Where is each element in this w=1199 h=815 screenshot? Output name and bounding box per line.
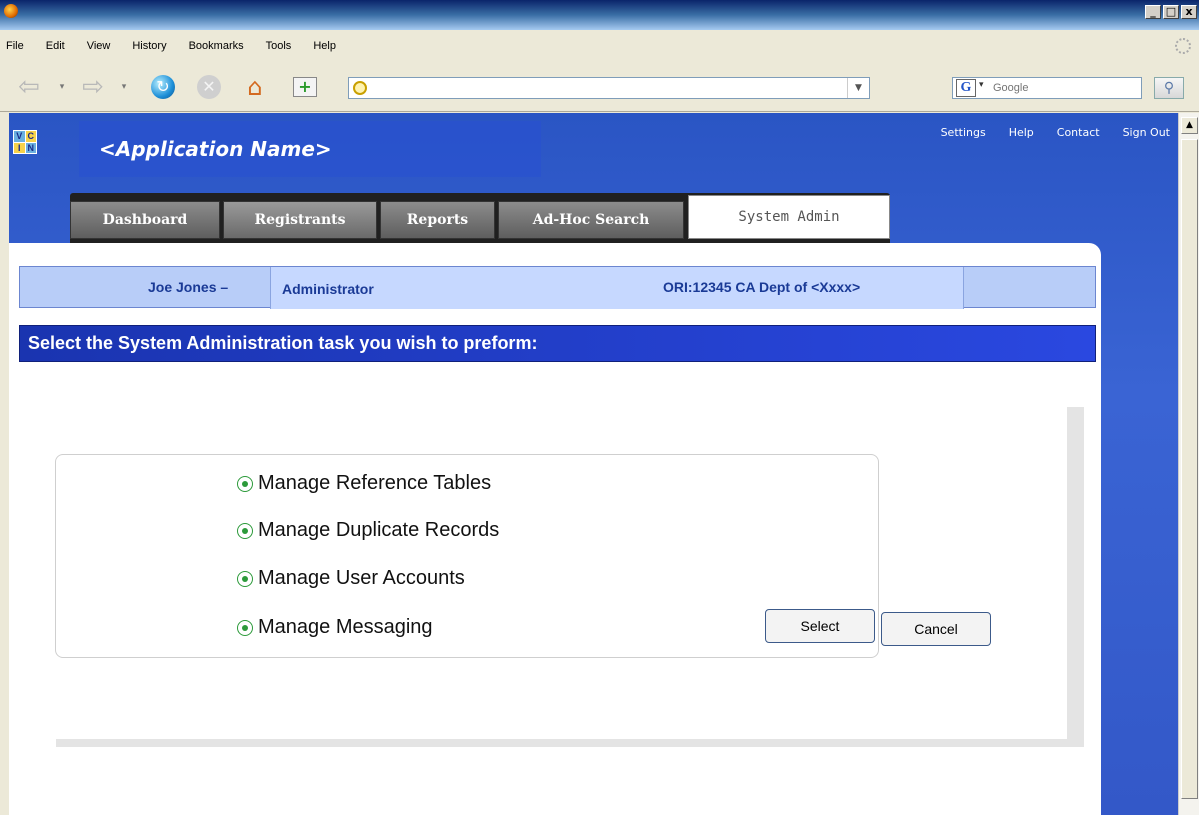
menu-history[interactable]: History	[132, 40, 166, 52]
logo-letter: I	[14, 142, 25, 153]
forward-button[interactable]: ⇨	[78, 72, 108, 102]
new-tab-icon: +	[293, 77, 317, 97]
tab-ad-hoc-search[interactable]: Ad-Hoc Search	[498, 201, 684, 239]
task-heading-bar: Select the System Administration task yo…	[19, 325, 1096, 362]
stop-button[interactable]: ✕	[194, 74, 224, 100]
logo-letter: V	[14, 131, 25, 142]
close-button[interactable]: x	[1181, 5, 1197, 19]
throbber-icon	[1175, 38, 1191, 54]
menu-view[interactable]: View	[87, 40, 111, 52]
tab-registrants[interactable]: Registrants	[223, 201, 377, 239]
radio-button[interactable]	[237, 570, 253, 587]
contact-link[interactable]: Contact	[1057, 126, 1100, 139]
search-input[interactable]	[993, 80, 1133, 96]
chevron-down-icon: ▾	[121, 82, 127, 92]
user-info-bar: Joe Jones – Administrator ORI:12345 CA D…	[19, 266, 1096, 309]
reload-icon: ↻	[151, 75, 175, 99]
stop-icon: ✕	[197, 75, 221, 99]
back-button[interactable]: ⇦	[14, 72, 44, 102]
tab-dashboard[interactable]: Dashboard	[70, 201, 220, 239]
scroll-up-icon[interactable]: ▲	[1181, 117, 1198, 134]
option-label: Manage Duplicate Records	[258, 519, 500, 541]
minimize-button[interactable]: _	[1145, 5, 1161, 19]
url-dropdown-icon[interactable]: ▼	[847, 78, 869, 98]
menu-tools[interactable]: Tools	[266, 40, 292, 52]
option-label: Manage Reference Tables	[258, 472, 492, 494]
option-label: Manage Messaging	[258, 616, 433, 638]
maximize-button[interactable]: □	[1163, 5, 1179, 19]
search-go-button[interactable]: ⚲	[1154, 77, 1184, 99]
magnifier-icon: ⚲	[1163, 80, 1175, 96]
new-tab-button[interactable]: +	[290, 74, 320, 100]
window-controls: _ □ x	[1145, 5, 1197, 19]
tab-reports[interactable]: Reports	[380, 201, 495, 239]
radio-button[interactable]	[237, 619, 253, 636]
scroll-thumb[interactable]	[1181, 139, 1198, 799]
page-viewport: V C I N <Application Name> Settings Help…	[9, 113, 1178, 815]
menu-edit[interactable]: Edit	[46, 40, 65, 52]
user-ori: ORI:12345 CA Dept of <Xxxx>	[663, 279, 861, 295]
option-label: Manage User Accounts	[258, 567, 465, 589]
back-arrow-icon: ⇦	[18, 72, 40, 102]
menu-file[interactable]: File	[6, 40, 24, 52]
logo-letter: N	[25, 142, 36, 153]
window-titlebar: _ □ x	[0, 0, 1199, 30]
top-links: Settings Help Contact Sign Out	[941, 126, 1170, 139]
chevron-down-icon: ▾	[59, 82, 65, 92]
home-button[interactable]: ⌂	[240, 73, 270, 101]
radio-button[interactable]	[237, 522, 253, 539]
option-manage-user-accounts[interactable]: Manage User Accounts	[237, 567, 465, 590]
engine-dropdown-icon[interactable]: ▾	[979, 80, 984, 90]
menu-bookmarks[interactable]: Bookmarks	[189, 40, 244, 52]
google-engine-icon[interactable]: G	[956, 79, 976, 97]
select-button[interactable]: Select	[765, 609, 875, 643]
menu-help[interactable]: Help	[313, 40, 336, 52]
search-box[interactable]: G ▾	[952, 77, 1142, 99]
radio-button[interactable]	[237, 475, 253, 492]
user-role: Administrator	[282, 281, 374, 297]
url-input[interactable]	[373, 80, 833, 96]
option-manage-messaging[interactable]: Manage Messaging	[237, 616, 433, 639]
sign-out-link[interactable]: Sign Out	[1123, 126, 1170, 139]
menu-bar: File Edit View History Bookmarks Tools H…	[0, 30, 1199, 62]
logo-letter: C	[25, 131, 36, 142]
firefox-icon	[4, 4, 18, 18]
tab-system-admin[interactable]: System Admin	[688, 195, 890, 239]
settings-link[interactable]: Settings	[941, 126, 986, 139]
home-icon: ⌂	[247, 73, 263, 101]
app-title: <Application Name>	[79, 121, 541, 177]
cancel-button[interactable]: Cancel	[881, 612, 991, 646]
site-identity-icon	[353, 81, 367, 95]
option-manage-duplicate-records[interactable]: Manage Duplicate Records	[237, 519, 499, 542]
user-name: Joe Jones –	[148, 279, 229, 295]
reload-button[interactable]: ↻	[148, 74, 178, 100]
forward-arrow-icon: ⇨	[82, 72, 104, 102]
navigation-toolbar: ⇦ ▾ ⇨ ▾ ↻ ✕ ⌂ + ▼ G ▾ ⚲	[0, 62, 1199, 112]
option-manage-reference-tables[interactable]: Manage Reference Tables	[237, 472, 491, 495]
address-bar[interactable]: ▼	[348, 77, 870, 99]
task-heading: Select the System Administration task yo…	[28, 333, 538, 353]
vertical-scrollbar[interactable]: ▲	[1178, 113, 1199, 815]
help-link[interactable]: Help	[1009, 126, 1034, 139]
back-history-dropdown[interactable]: ▾	[56, 74, 68, 100]
forward-history-dropdown[interactable]: ▾	[118, 74, 130, 100]
app-logo: V C I N	[13, 130, 37, 154]
